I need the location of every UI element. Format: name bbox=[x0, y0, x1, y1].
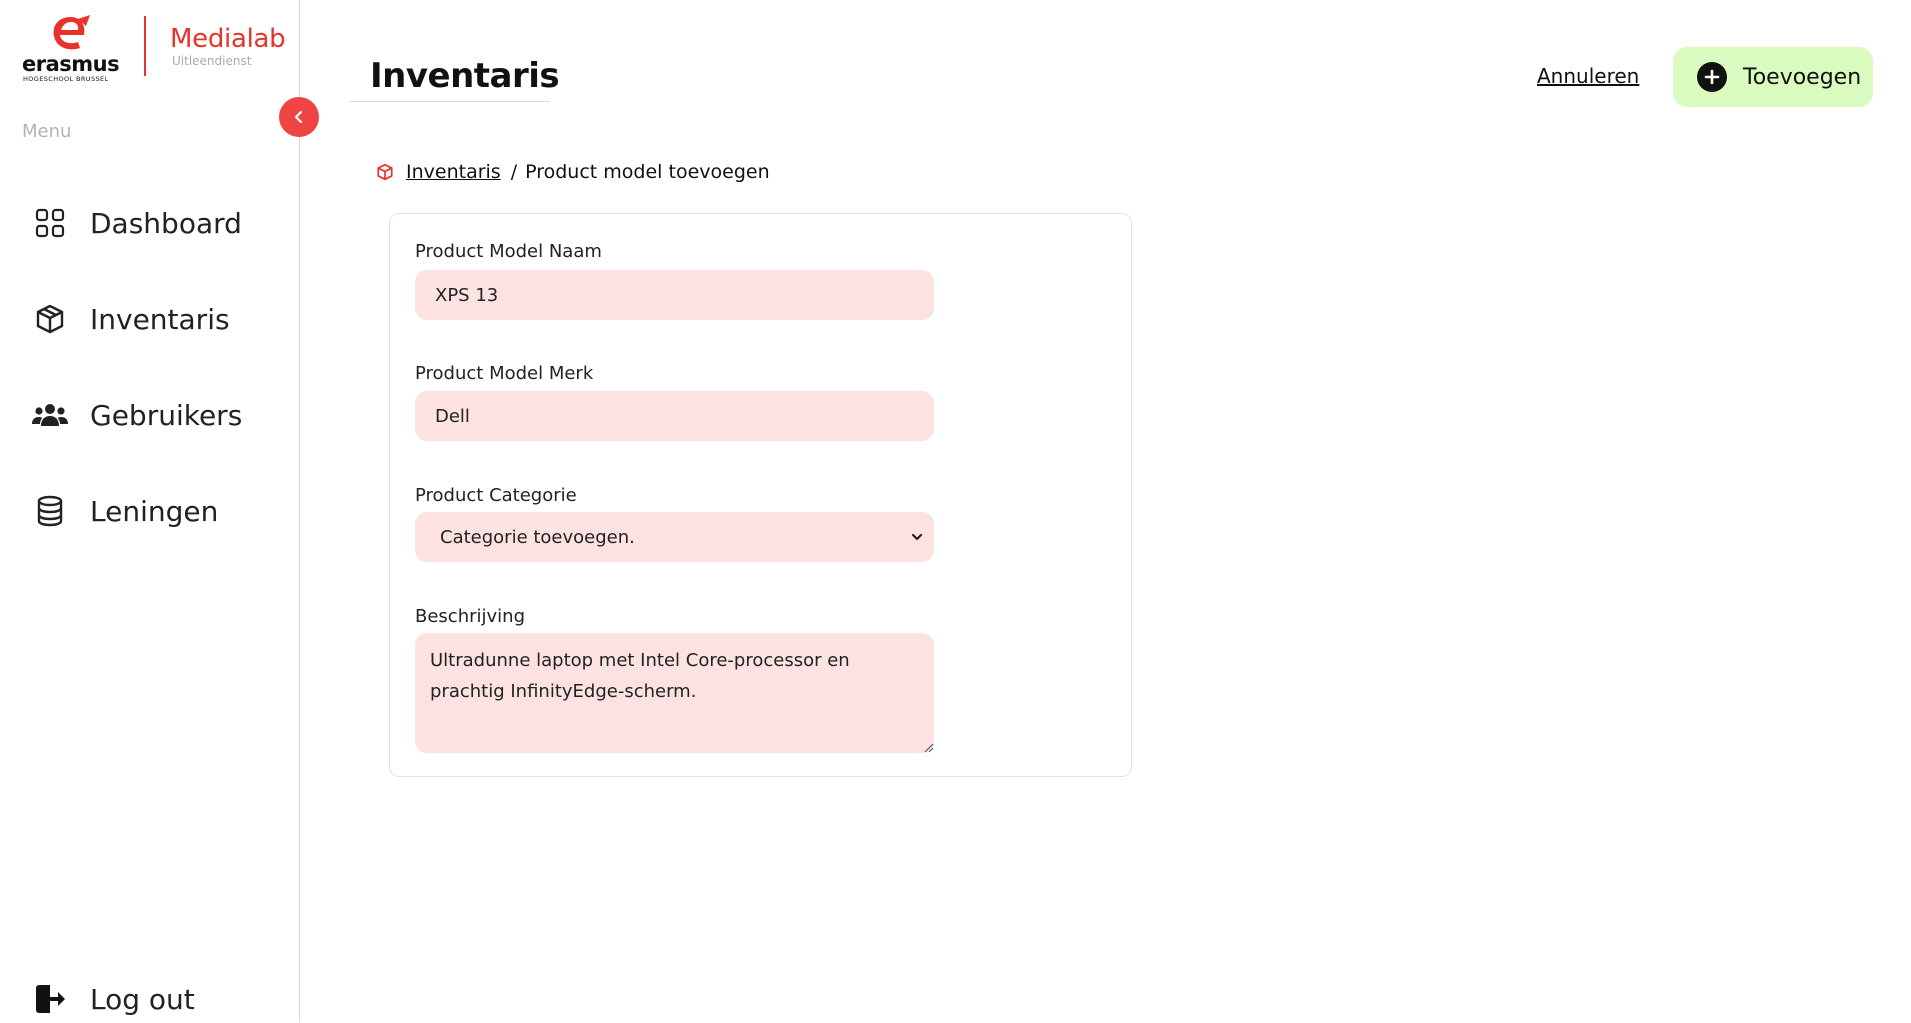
add-button[interactable]: Toevoegen bbox=[1673, 47, 1873, 107]
menu-label: Menu bbox=[22, 121, 72, 142]
app-name: Medialab bbox=[170, 24, 286, 54]
sidebar-item-leningen[interactable]: Leningen bbox=[32, 487, 218, 535]
category-selected-value: Categorie toevoegen. bbox=[440, 526, 635, 548]
breadcrumb-separator: / bbox=[510, 161, 518, 183]
sidebar: erasmus HOGESCHOOL BRUSSEL Medialab Uitl… bbox=[0, 0, 300, 1022]
description-label: Beschrijving bbox=[415, 606, 525, 627]
logout-icon bbox=[32, 981, 68, 1017]
brand-name: erasmus bbox=[22, 52, 120, 76]
logout-button[interactable]: Log out bbox=[32, 975, 195, 1023]
sidebar-item-label: Leningen bbox=[90, 494, 219, 528]
box-icon bbox=[376, 163, 394, 181]
box-icon bbox=[32, 301, 68, 337]
sidebar-item-label: Inventaris bbox=[90, 302, 230, 336]
description-textarea[interactable]: Ultradunne laptop met Intel Core-process… bbox=[415, 633, 934, 753]
logo-divider bbox=[144, 16, 146, 76]
resize-handle-icon[interactable] bbox=[924, 743, 934, 753]
database-icon bbox=[32, 493, 68, 529]
sidebar-item-gebruikers[interactable]: Gebruikers bbox=[32, 391, 242, 439]
product-category-select[interactable]: Categorie toevoegen. bbox=[415, 512, 934, 562]
collapse-sidebar-button[interactable] bbox=[279, 97, 319, 137]
sidebar-item-dashboard[interactable]: Dashboard bbox=[32, 199, 242, 247]
app-subtitle: Uitleendienst bbox=[172, 54, 252, 68]
brand-label: Product Model Merk bbox=[415, 363, 594, 384]
sidebar-item-label: Dashboard bbox=[90, 206, 242, 240]
product-model-name-input[interactable] bbox=[415, 270, 934, 320]
erasmus-logo-mark bbox=[53, 15, 90, 50]
users-icon bbox=[32, 397, 68, 433]
breadcrumb-current: Product model toevoegen bbox=[525, 161, 770, 183]
chevron-down-icon bbox=[911, 533, 923, 541]
page-title-text: Inventaris bbox=[370, 56, 560, 96]
cancel-button[interactable]: Annuleren bbox=[1537, 64, 1639, 88]
logo: erasmus HOGESCHOOL BRUSSEL Medialab Uitl… bbox=[22, 14, 292, 84]
chevron-left-icon bbox=[294, 110, 303, 124]
breadcrumb-link-inventaris[interactable]: Inventaris bbox=[406, 161, 501, 183]
name-label: Product Model Naam bbox=[415, 241, 602, 262]
product-model-brand-input[interactable] bbox=[415, 391, 934, 441]
add-button-label: Toevoegen bbox=[1743, 64, 1862, 90]
page-title: Inventaris bbox=[350, 52, 560, 102]
logout-label: Log out bbox=[90, 982, 195, 1016]
sidebar-item-inventaris[interactable]: Inventaris bbox=[32, 295, 230, 343]
brand-subtitle: HOGESCHOOL BRUSSEL bbox=[23, 75, 109, 83]
sidebar-item-label: Gebruikers bbox=[90, 398, 243, 432]
category-label: Product Categorie bbox=[415, 485, 577, 506]
product-model-form: Product Model Naam Product Model Merk Pr… bbox=[389, 213, 1132, 777]
breadcrumb: Inventaris / Product model toevoegen bbox=[376, 161, 770, 183]
plus-circle-icon bbox=[1697, 62, 1727, 92]
grid-icon bbox=[32, 205, 68, 241]
